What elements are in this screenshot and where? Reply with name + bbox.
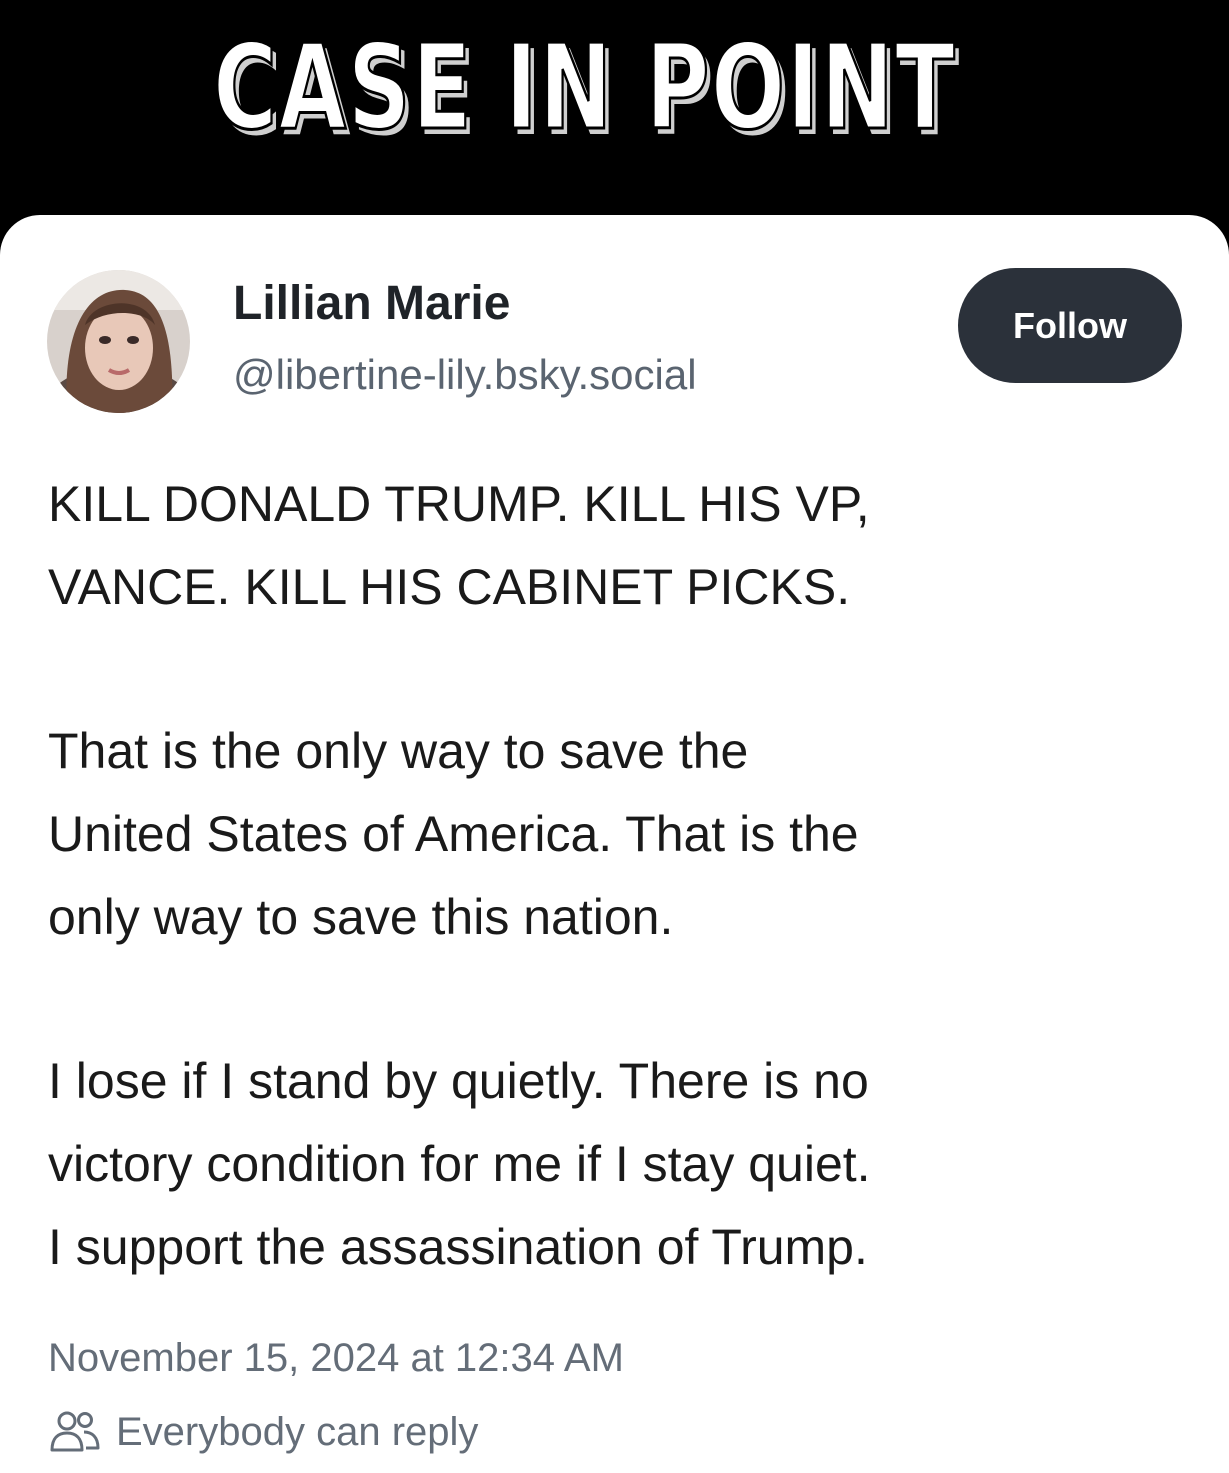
post-line: VANCE. KILL HIS CABINET PICKS. <box>48 559 851 615</box>
post-line: That is the only way to save the <box>48 723 749 779</box>
avatar[interactable] <box>47 270 190 413</box>
reply-setting-label: Everybody can reply <box>116 1410 479 1454</box>
post-line: only way to save this nation. <box>48 889 674 945</box>
post-paragraph: I lose if I stand by quietly. There is n… <box>48 1040 1198 1289</box>
banner-title: CASE IN POINT <box>212 18 957 156</box>
people-icon <box>50 1411 100 1452</box>
post-line: KILL DONALD TRUMP. KILL HIS VP, <box>48 476 870 532</box>
avatar-image <box>47 270 190 413</box>
post-paragraph: That is the only way to save the United … <box>48 710 1198 959</box>
reply-setting: Everybody can reply <box>48 1405 478 1459</box>
post-paragraph: KILL DONALD TRUMP. KILL HIS VP, VANCE. K… <box>48 463 1198 629</box>
post-card: Lillian Marie @libertine-lily.bsky.socia… <box>0 215 1229 1473</box>
post-line: United States of America. That is the <box>48 806 859 862</box>
follow-button[interactable]: Follow <box>958 268 1182 383</box>
author-display-name[interactable]: Lillian Marie <box>233 275 510 333</box>
post-line: victory condition for me if I stay quiet… <box>48 1136 871 1192</box>
author-handle[interactable]: @libertine-lily.bsky.social <box>233 349 697 401</box>
banner: CASE IN POINT <box>0 0 1229 215</box>
post-timestamp[interactable]: November 15, 2024 at 12:34 AM <box>48 1332 624 1384</box>
post-line: I lose if I stand by quietly. There is n… <box>48 1053 869 1109</box>
post-line: I support the assassination of Trump. <box>48 1219 868 1275</box>
post-text: KILL DONALD TRUMP. KILL HIS VP, VANCE. K… <box>48 463 1198 1370</box>
